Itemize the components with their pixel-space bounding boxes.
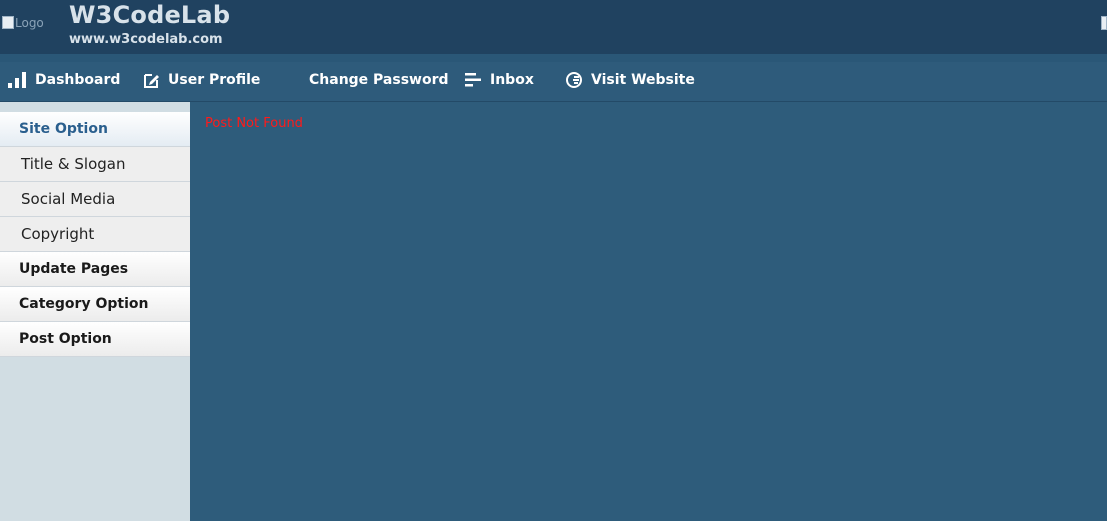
logo-image: Logo [2,15,48,32]
nav-inbox[interactable]: Inbox [465,62,534,98]
main-content: Post Not Found [190,102,1107,521]
nav-change-password-label: Change Password [309,72,449,88]
nav-user-profile[interactable]: User Profile [143,62,260,98]
sidebar-item-social-media[interactable]: Social Media [0,182,190,217]
sidebar-item-site-option[interactable]: Site Option [0,112,190,147]
nav-visit-website[interactable]: Visit Website [565,62,695,98]
nav-change-password[interactable]: Change Password [309,62,449,98]
edit-icon [144,73,159,88]
sidebar-item-update-pages[interactable]: Update Pages [0,252,190,287]
nav-user-profile-label: User Profile [168,72,261,88]
site-header: Logo W3CodeLab www.w3codelab.com [0,0,1107,54]
top-navigation: Dashboard User Profile Change Password I… [0,62,1107,102]
globe-icon [566,72,582,88]
sidebar-item-post-option[interactable]: Post Option [0,322,190,357]
logo-alt-text: Logo [15,16,44,30]
nav-dashboard-label: Dashboard [35,72,121,88]
sidebar-item-category-option[interactable]: Category Option [0,287,190,322]
list-icon [465,73,481,87]
nav-visit-website-label: Visit Website [591,72,695,88]
nav-inbox-label: Inbox [490,72,534,88]
site-url: www.w3codelab.com [69,32,223,47]
broken-image-icon [2,16,14,29]
sidebar-item-copyright[interactable]: Copyright [0,217,190,252]
broken-image-icon [1101,16,1107,30]
bar-chart-icon [8,72,26,88]
sidebar: Site Option Title & Slogan Social Media … [0,102,190,521]
nav-dashboard[interactable]: Dashboard [8,62,120,98]
error-message: Post Not Found [205,116,303,131]
header-divider [0,54,1107,62]
site-title: W3CodeLab [69,1,231,29]
sidebar-item-title-slogan[interactable]: Title & Slogan [0,147,190,182]
